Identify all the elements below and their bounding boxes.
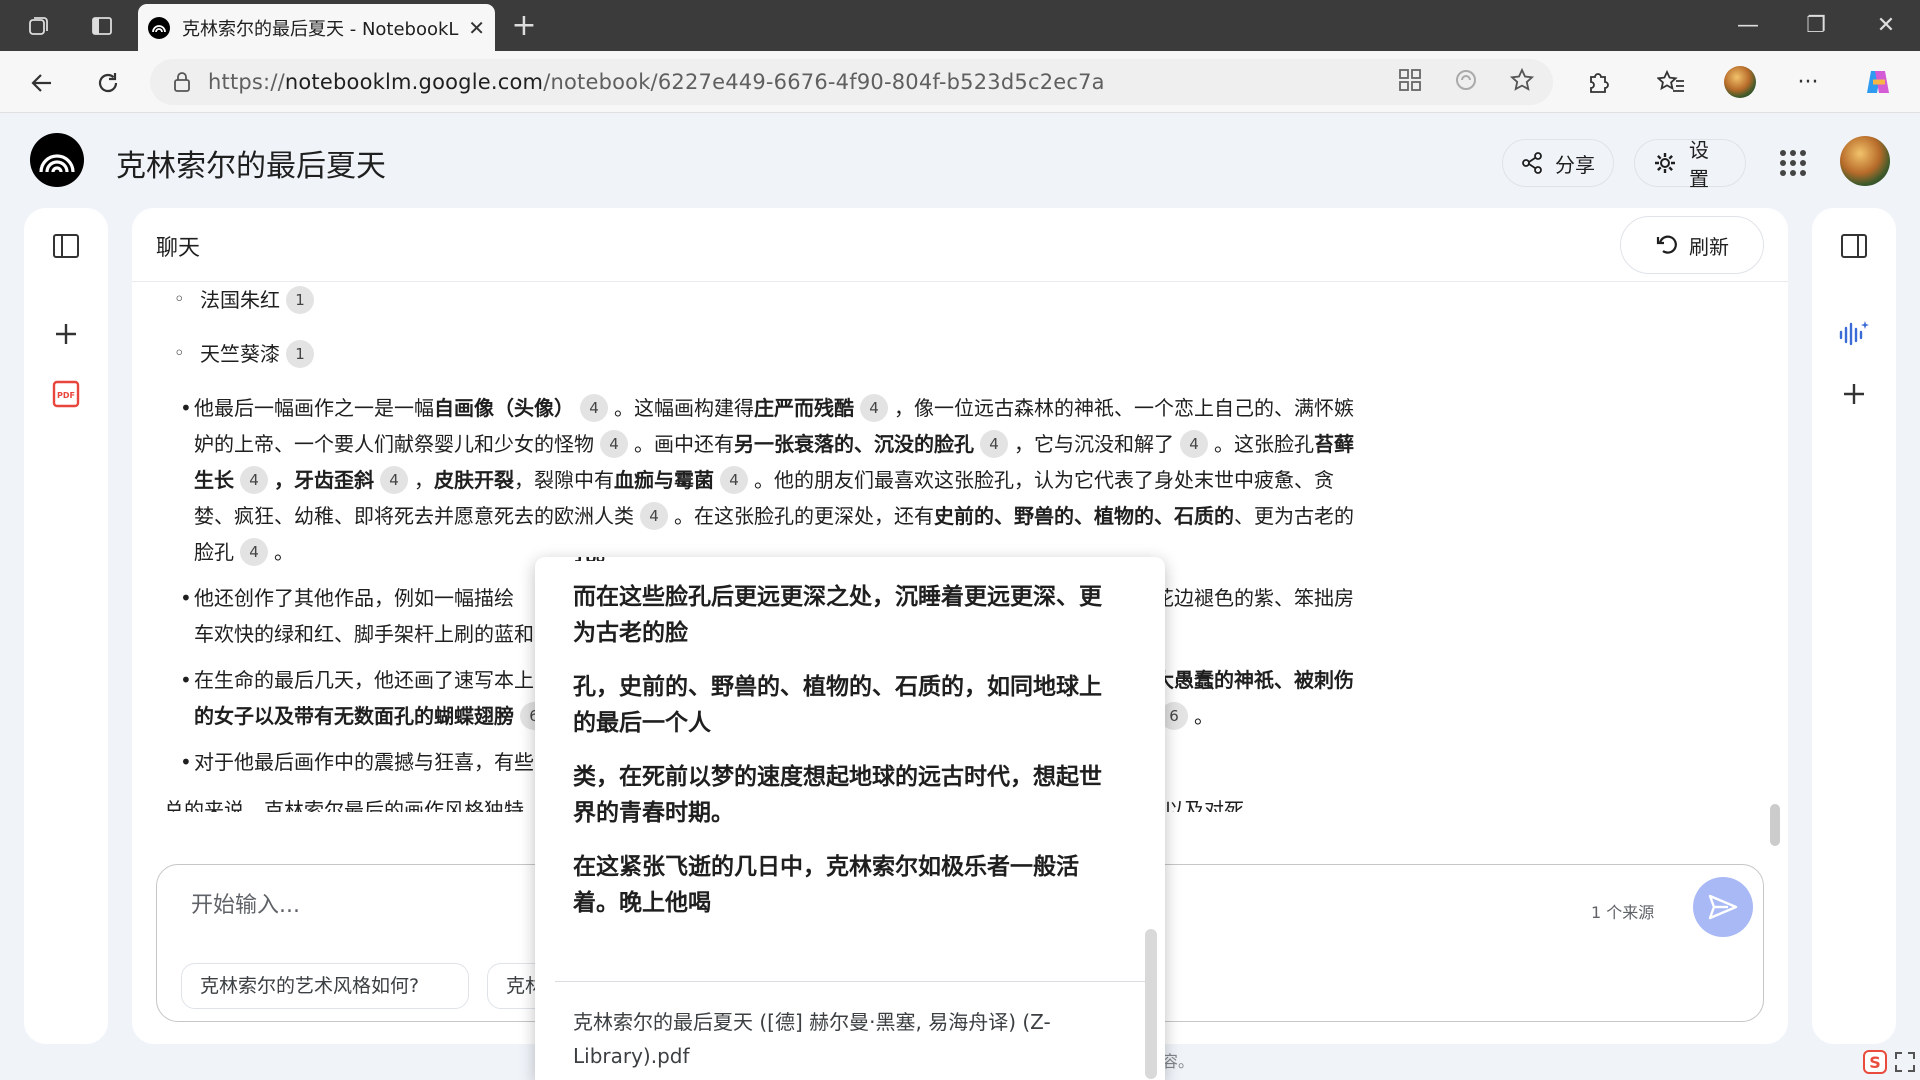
citation-chip[interactable]: 4 [380,466,408,494]
chat-title: 聊天 [156,236,201,261]
settings-button[interactable]: 设置 [1634,138,1746,191]
refresh-icon [1655,233,1679,257]
citation-source-name[interactable]: 克林索尔的最后夏天 ([德] 赫尔曼·黑塞, 易海舟译) (Z-Library)… [573,1005,1093,1073]
extensions-icon[interactable] [1580,64,1616,100]
share-icon [1521,152,1543,174]
new-tab-button[interactable]: + [506,8,542,44]
popup-divider [555,981,1145,982]
gear-icon [1653,151,1677,175]
citation-chip[interactable]: 4 [600,430,628,458]
excerpt-line: 孔。 [573,557,1113,561]
citation-popup: 孔。 而在这些脸孔后更远更深之处，沉睡着更远更深、更为古老的脸 孔，史前的、野兽… [535,557,1165,1080]
studio-toggle-icon[interactable] [1836,228,1872,264]
browser-tab-bar: 克林索尔的最后夏天 - NotebookL ✕ + — ❐ ✕ [0,0,1920,51]
citation-chip[interactable]: 4 [240,466,268,494]
url-text: https://notebooklm.google.com/notebook/6… [208,70,1105,94]
refresh-label: 刷新 [1689,234,1729,259]
screenshot-icon[interactable] [1888,1045,1920,1079]
minimize-button[interactable]: — [1718,8,1778,44]
lock-icon[interactable] [172,71,192,93]
profile-avatar[interactable] [1722,64,1758,100]
citation-excerpt: 孔。 而在这些脸孔后更远更深之处，沉睡着更远更深、更为古老的脸 孔，史前的、野兽… [573,557,1113,939]
citation-chip[interactable]: 4 [580,394,608,422]
excerpt-line: 在这紧张飞逝的几日中，克林索尔如极乐者一般活着。晚上他喝 [573,854,1079,916]
studio-panel-collapsed [1812,208,1896,1044]
chat-header: 聊天 刷新 [132,208,1788,282]
bullet-self-portrait: 他最后一幅画作之一是一幅自画像（头像）4。这幅画构建得庄严而残酷4，像一位远古森… [164,390,1354,570]
share-button[interactable]: 分享 [1502,139,1614,187]
chat-input[interactable]: 开始输入... [191,887,300,919]
citation-chip[interactable]: 4 [240,538,268,566]
settings-label: 设置 [1689,138,1709,191]
citation-chip[interactable]: 4 [640,502,668,530]
citation-chip[interactable]: 4 [1180,430,1208,458]
copilot-icon[interactable] [1860,64,1896,100]
account-avatar[interactable] [1840,136,1890,186]
pdf-source-icon[interactable]: PDF [48,376,84,412]
browser-address-bar: https://notebooklm.google.com/notebook/6… [0,51,1920,113]
source-count: 1 个来源 [1591,903,1655,922]
audio-overview-icon[interactable] [1836,316,1872,352]
app-available-icon[interactable] [1397,67,1423,93]
add-source-icon[interactable] [48,316,84,352]
tab-actions-icon[interactable] [88,12,116,40]
list-item: 天竺葵漆1 [164,332,1594,380]
restore-button[interactable]: ❐ [1786,8,1846,44]
tab-title: 克林索尔的最后夏天 - NotebookL [182,18,459,40]
panel-toggle-icon[interactable] [48,228,84,264]
apps-grid-icon[interactable] [1780,150,1806,176]
notebooklm-logo[interactable] [30,133,84,187]
notebooklm-favicon [148,16,170,39]
suggestion-chip[interactable]: 克林索尔的艺术风格如何? [181,963,469,1009]
send-icon [1708,894,1738,920]
sources-panel-collapsed: PDF [24,208,108,1044]
url-field[interactable]: https://notebooklm.google.com/notebook/6… [150,59,1553,105]
app-header: 克林索尔的最后夏天 分享 设置 [0,113,1920,208]
close-window-button[interactable]: ✕ [1856,8,1916,44]
popup-scrollbar[interactable] [1145,929,1157,1079]
more-menu-icon[interactable]: ··· [1790,64,1826,100]
chat-scrollbar[interactable] [1770,804,1780,846]
add-note-icon[interactable] [1836,376,1872,412]
favorites-icon[interactable] [1653,64,1689,100]
send-button[interactable] [1693,877,1753,937]
citation-chip[interactable]: 4 [980,430,1008,458]
excerpt-line: 孔，史前的、野兽的、植物的、石质的，如同地球上的最后一个人 [573,674,1102,736]
favorite-star-icon[interactable] [1509,67,1535,93]
share-label: 分享 [1555,152,1595,177]
footer-disclaimer: 容。 [1162,1052,1195,1071]
citation-chip[interactable]: 1 [286,286,314,314]
notebook-title[interactable]: 克林索尔的最后夏天 [116,141,386,185]
back-button[interactable] [24,65,60,101]
reload-button[interactable] [90,65,126,101]
citation-chip[interactable]: 1 [286,340,314,368]
svg-text:S: S [1869,1053,1881,1072]
sync-icon[interactable] [1453,67,1479,93]
list-item: 法国朱红1 [164,282,1594,326]
refresh-button[interactable]: 刷新 [1620,216,1764,274]
excerpt-line: 而在这些脸孔后更远更深之处，沉睡着更远更深、更为古老的脸 [573,584,1102,646]
tab-close-icon[interactable]: ✕ [468,16,485,40]
citation-chip[interactable]: 4 [720,466,748,494]
ime-icon[interactable]: S [1858,1045,1892,1079]
svg-text:PDF: PDF [57,391,75,400]
citation-chip[interactable]: 4 [860,394,888,422]
excerpt-line: 类，在死前以梦的速度想起地球的远古时代，想起世界的青春时期。 [573,764,1102,826]
browser-tab-active[interactable]: 克林索尔的最后夏天 - NotebookL ✕ [138,4,495,51]
workspaces-icon[interactable] [24,12,52,40]
